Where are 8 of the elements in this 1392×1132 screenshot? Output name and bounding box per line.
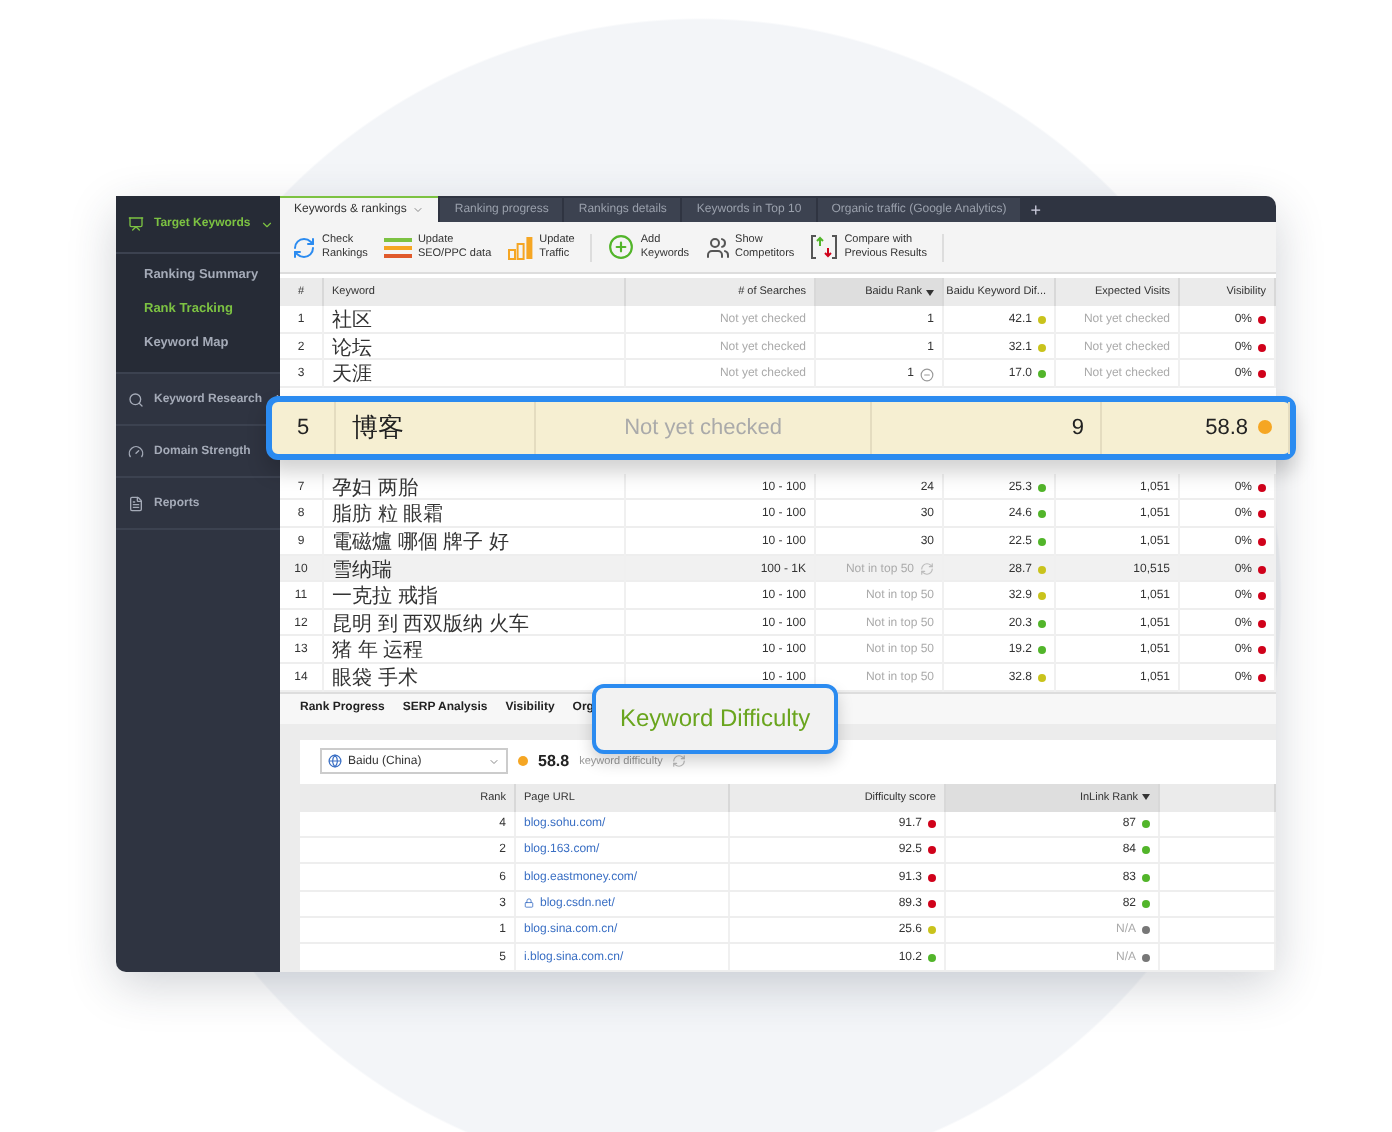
table-cell: Not yet checked (536, 401, 872, 454)
table-cell: 5 (272, 401, 336, 454)
table-cell: 天涯 (324, 360, 626, 389)
table-cell: 58.8 (1102, 401, 1290, 454)
new-tab-button[interactable]: + (1022, 198, 1050, 222)
table-cell: 9 (872, 401, 1102, 454)
table-cell: 博客 (336, 401, 536, 454)
difficulty-score: 58.8 (538, 752, 570, 771)
